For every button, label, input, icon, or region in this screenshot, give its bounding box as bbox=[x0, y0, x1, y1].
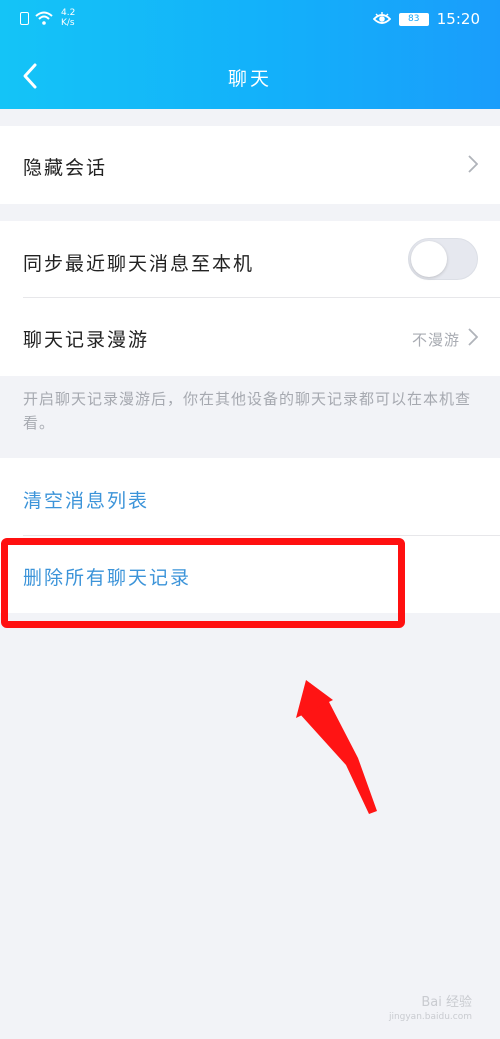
watermark-subtext: jingyan.baidu.com bbox=[388, 1012, 472, 1022]
watermark-text: Bai 经验 bbox=[421, 995, 472, 1010]
watermark: Bai 经验 jingyan.baidu.com bbox=[389, 995, 472, 1025]
annotation-arrow bbox=[296, 680, 377, 814]
